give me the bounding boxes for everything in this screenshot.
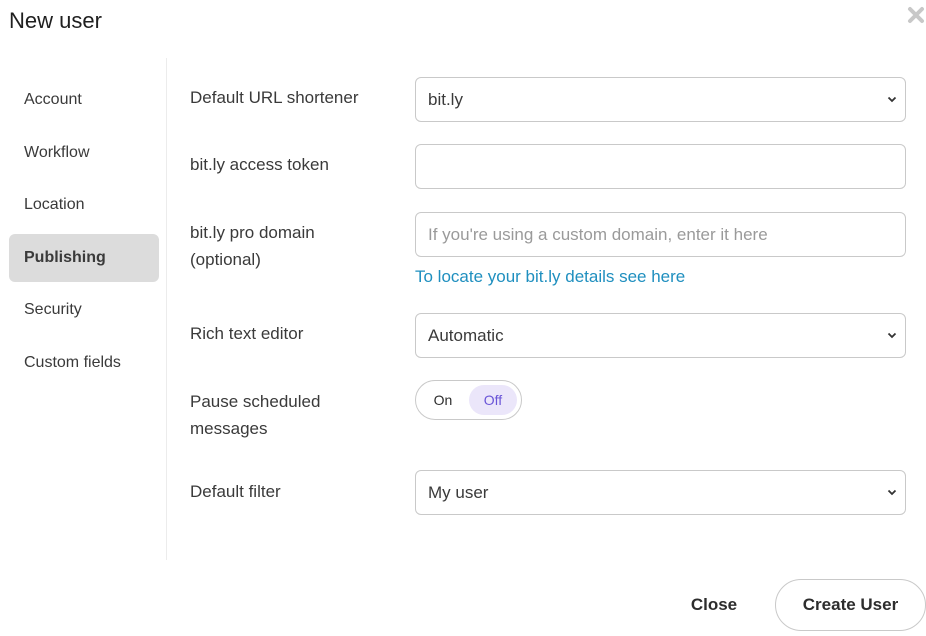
default-filter-label: Default filter (190, 482, 281, 501)
url-shortener-select[interactable]: bit.ly (415, 77, 906, 122)
chevron-down-icon (887, 332, 897, 339)
sidebar-item-account[interactable]: Account (9, 76, 159, 124)
pro-domain-label-line1: bit.ly pro domain (190, 223, 315, 242)
access-token-input[interactable] (415, 144, 906, 189)
close-button[interactable]: Close (680, 589, 748, 621)
dialog-title: New user (9, 8, 102, 33)
toggle-off-option[interactable]: Off (469, 385, 517, 415)
rich-text-value: Automatic (428, 326, 504, 345)
sidebar-item-publishing[interactable]: Publishing (9, 233, 159, 282)
rich-text-select[interactable]: Automatic (415, 313, 906, 358)
pause-messages-toggle[interactable]: On Off (415, 380, 522, 420)
sidebar-divider (166, 58, 167, 560)
pause-messages-label-line2: messages (190, 419, 268, 438)
chevron-down-icon (887, 489, 897, 496)
bitly-details-link[interactable]: To locate your bit.ly details see here (415, 265, 685, 289)
chevron-down-icon (887, 96, 897, 103)
pro-domain-label-line2: (optional) (190, 250, 261, 269)
url-shortener-value: bit.ly (428, 90, 463, 109)
rich-text-label: Rich text editor (190, 324, 304, 343)
sidebar-item-workflow[interactable]: Workflow (9, 129, 159, 177)
pause-messages-label-line1: Pause scheduled (190, 392, 321, 411)
pro-domain-label: bit.ly pro domain (optional) (190, 219, 390, 273)
url-shortener-label: Default URL shortener (190, 88, 359, 107)
create-user-button[interactable]: Create User (775, 579, 926, 631)
close-icon-glyph (908, 7, 924, 23)
toggle-on-option[interactable]: On (422, 385, 464, 415)
pause-messages-label: Pause scheduled messages (190, 388, 390, 442)
sidebar-item-custom-fields[interactable]: Custom fields (9, 339, 159, 387)
close-icon[interactable] (906, 6, 926, 26)
default-filter-value: My user (428, 483, 489, 502)
sidebar-item-security[interactable]: Security (9, 286, 159, 334)
access-token-label: bit.ly access token (190, 155, 329, 174)
pro-domain-input[interactable] (415, 212, 906, 257)
sidebar-item-location[interactable]: Location (9, 181, 159, 229)
sidebar-nav: Account Workflow Location Publishing Sec… (9, 76, 159, 391)
default-filter-select[interactable]: My user (415, 470, 906, 515)
